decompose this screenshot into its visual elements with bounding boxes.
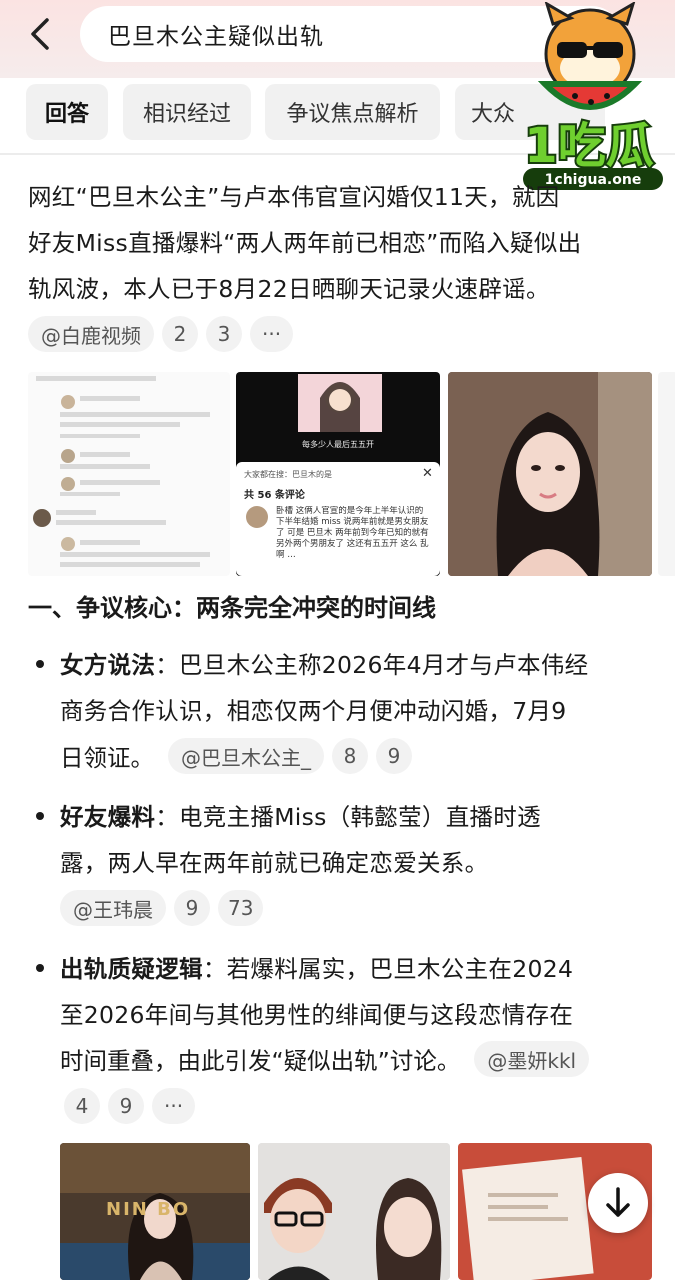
- item-line: 商务合作认识，相恋仅两个月便冲动闪婚，7月9: [60, 697, 567, 725]
- item-source-row: @王玮晨 9 73: [60, 890, 271, 926]
- source-chip[interactable]: @巴旦木公主_: [168, 738, 324, 774]
- intro-line: 好友Miss直播爆料“两人两年前已相恋”而陷入疑似出: [28, 229, 582, 257]
- intro-line: 网红“巴旦木公主”与卢本伟官宣闪婚仅11天，就因: [28, 183, 560, 211]
- search-query: 巴旦木公主疑似出轨: [108, 24, 324, 50]
- intro-source-row: @白鹿视频 2 3 ···: [28, 316, 301, 352]
- section-heading: 一、争议核心：两条完全冲突的时间线: [28, 594, 436, 622]
- item-line: 日领证。: [60, 744, 154, 772]
- more-chip[interactable]: ···: [250, 316, 294, 352]
- tab-how-they-met[interactable]: 相识经过: [123, 84, 251, 140]
- bullet-dot: [36, 660, 44, 668]
- item-line: ：若爆料属实，巴旦木公主在2024: [202, 955, 574, 983]
- tab-dispute-analysis[interactable]: 争议焦点解析: [265, 84, 440, 140]
- ref-chip[interactable]: 9: [376, 738, 412, 774]
- item-source-row: 时间重叠，由此引发“疑似出轨”讨论。 @墨妍kkl: [60, 1041, 597, 1077]
- image-strip[interactable]: NIN BO: [60, 1143, 675, 1280]
- item-line: 时间重叠，由此引发“疑似出轨”讨论。: [60, 1047, 461, 1075]
- source-chip[interactable]: @墨妍kkl: [474, 1041, 590, 1077]
- video-comment-image[interactable]: 每多少人最后五五开 大家都在搜：巴旦木的是 ✕ 共 56 条评论 卧槽 这俩人官…: [236, 372, 440, 576]
- item-label: 女方说法: [60, 651, 156, 679]
- comment-count: 共 56 条评论: [244, 490, 305, 501]
- intro-line: 轨风波，本人已于8月22日晒聊天记录火速辟谣。: [28, 275, 550, 303]
- ref-chip[interactable]: 8: [332, 738, 368, 774]
- source-chip[interactable]: @王玮晨: [60, 890, 166, 926]
- overlay-title: 大家都在搜：巴旦木的是: [244, 470, 332, 479]
- ref-chip[interactable]: 4: [64, 1088, 100, 1124]
- scroll-down-button[interactable]: [588, 1173, 648, 1233]
- comments-screenshot-image[interactable]: [28, 372, 230, 576]
- item-line: ：电竞主播Miss（韩懿莹）直播时透: [155, 803, 541, 831]
- ref-chip[interactable]: 3: [206, 316, 242, 352]
- source-chip[interactable]: @白鹿视频: [28, 316, 154, 352]
- item-women-side: 女方说法：巴旦木公主称2026年4月才与卢本伟经 商务合作认识，相恋仅两个月便冲…: [60, 642, 660, 734]
- portrait-graphic: [448, 372, 652, 576]
- item-cheating-logic: 出轨质疑逻辑：若爆料属实，巴旦木公主在2024 至2026年间与其他男性的绯闻便…: [60, 946, 660, 1038]
- item-source-row: 日领证。 @巴旦木公主_ 8 9: [60, 738, 420, 774]
- bullet-dot: [36, 812, 44, 820]
- item-friend-reveal: 好友爆料：电竞主播Miss（韩懿莹）直播时透 露，两人早在两年前就已确定恋爱关系…: [60, 794, 660, 886]
- back-button[interactable]: [22, 14, 58, 54]
- streamers-image[interactable]: [258, 1143, 450, 1280]
- tab-answer[interactable]: 回答: [26, 84, 108, 140]
- chevron-left-icon: [31, 18, 49, 50]
- item-line: ：巴旦木公主称2026年4月才与卢本伟经: [155, 651, 589, 679]
- item-line: 露，两人早在两年前就已确定恋爱关系。: [60, 849, 489, 877]
- intro-paragraph: 网红“巴旦木公主”与卢本伟官宣闪婚仅11天，就因 好友Miss直播爆料“两人两年…: [28, 174, 648, 312]
- ref-chip[interactable]: 9: [174, 890, 210, 926]
- close-icon[interactable]: ✕: [422, 466, 433, 481]
- image-strip[interactable]: 每多少人最后五五开 大家都在搜：巴旦木的是 ✕ 共 56 条评论 卧槽 这俩人官…: [28, 372, 675, 576]
- ref-chip[interactable]: 2: [162, 316, 198, 352]
- bullet-dot: [36, 964, 44, 972]
- item-ref-row: 4 9 ···: [64, 1088, 203, 1124]
- sign-text: NIN BO: [106, 1199, 191, 1220]
- hamster-mascot-icon: 1吃瓜 1chigua.one: [522, 0, 663, 190]
- more-chip[interactable]: ···: [152, 1088, 196, 1124]
- comments-screenshot-graphic: [33, 376, 210, 567]
- watermark-logo-text: 1吃瓜: [524, 118, 653, 174]
- ref-chip[interactable]: 9: [108, 1088, 144, 1124]
- item-label: 出轨质疑逻辑: [60, 955, 203, 983]
- photo-image[interactable]: NIN BO: [60, 1143, 250, 1280]
- comment-text: 卧槽 这俩人官宣的是今年上半年认识的 下半年结婚 miss 说两年前就是男女朋友…: [276, 506, 429, 560]
- video-caption: 每多少人最后五五开: [302, 440, 374, 449]
- portrait-image[interactable]: [448, 372, 652, 576]
- ref-chip[interactable]: 73: [218, 890, 264, 926]
- item-label: 好友爆料: [60, 803, 156, 831]
- item-line: 至2026年间与其他男性的绯闻便与这段恋情存在: [60, 1001, 574, 1029]
- avatar: [246, 506, 268, 528]
- watermark-logo: 1吃瓜 1chigua.one: [505, 0, 673, 192]
- streamers-graphic: [258, 1143, 450, 1280]
- arrow-down-icon: [606, 1187, 630, 1217]
- next-image-peek[interactable]: [658, 372, 675, 576]
